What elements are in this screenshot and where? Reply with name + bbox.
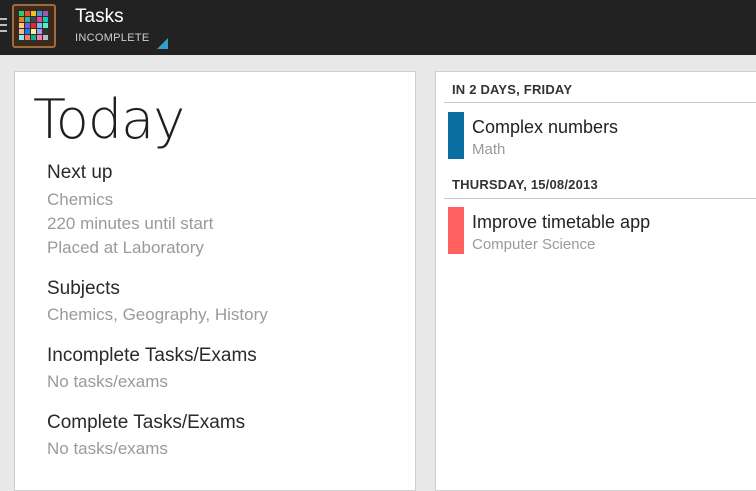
task-subject: Computer Science — [472, 236, 596, 253]
app-icon-cell — [25, 17, 30, 22]
app-icon-cell — [31, 29, 36, 34]
incomplete-tasks-label: Incomplete Tasks/Exams — [47, 345, 257, 366]
next-up-time: 220 minutes until start — [47, 214, 214, 233]
app-icon-cell — [25, 35, 30, 40]
app-icon-cell — [25, 23, 30, 28]
task-title: Improve timetable app — [472, 212, 651, 232]
filter-spinner-label[interactable]: INCOMPLETE — [75, 32, 150, 44]
task-list-card: IN 2 DAYS, FRIDAY Complex numbers Math T… — [435, 71, 756, 491]
app-icon-cell — [19, 29, 24, 34]
subjects-label: Subjects — [47, 278, 120, 299]
app-icon-cell — [25, 29, 30, 34]
app-icon-cell — [43, 11, 48, 16]
app-icon-cell — [37, 23, 42, 28]
app-icon-cell — [19, 35, 24, 40]
app-icon-cell — [43, 17, 48, 22]
app-icon-cell — [43, 23, 48, 28]
complete-tasks-label: Complete Tasks/Exams — [47, 412, 246, 433]
task-subject: Math — [472, 141, 506, 158]
app-icon[interactable] — [12, 4, 56, 48]
app-icon-cell — [19, 11, 24, 16]
app-icon-cell — [25, 11, 30, 16]
app-icon-cell — [43, 29, 48, 34]
app-icon-cell — [37, 29, 42, 34]
incomplete-tasks-value: No tasks/exams — [47, 372, 168, 391]
app-icon-cell — [31, 23, 36, 28]
app-icon-cell — [37, 17, 42, 22]
next-up-label: Next up — [47, 162, 113, 183]
group-header: THURSDAY, 15/08/2013 — [452, 177, 598, 192]
app-icon-cell — [31, 11, 36, 16]
app-icon-cell — [37, 35, 42, 40]
next-up-place: Placed at Laboratory — [47, 238, 204, 257]
complete-tasks-value: No tasks/exams — [47, 439, 168, 458]
subject-color-bar — [448, 207, 464, 254]
app-icon-grid — [19, 11, 49, 41]
app-icon-cell — [31, 35, 36, 40]
app-icon-cell — [43, 35, 48, 40]
action-bar: Tasks INCOMPLETE — [0, 0, 756, 55]
today-card: Today Next up Chemics 220 minutes until … — [14, 71, 416, 491]
group-divider — [444, 198, 756, 199]
subjects-value: Chemics, Geography, History — [47, 305, 268, 324]
task-title: Complex numbers — [472, 117, 619, 137]
subject-color-bar — [448, 112, 464, 159]
today-heading: Today — [33, 88, 185, 151]
next-up-subject: Chemics — [47, 190, 114, 209]
app-icon-cell — [37, 11, 42, 16]
dropdown-indicator-icon[interactable] — [157, 38, 168, 49]
app-icon-cell — [19, 23, 24, 28]
app-icon-cell — [19, 17, 24, 22]
group-header: IN 2 DAYS, FRIDAY — [452, 82, 573, 97]
app-title: Tasks — [75, 6, 124, 27]
group-divider — [444, 102, 756, 103]
drawer-menu-icon[interactable] — [0, 18, 7, 36]
app-icon-cell — [31, 17, 36, 22]
